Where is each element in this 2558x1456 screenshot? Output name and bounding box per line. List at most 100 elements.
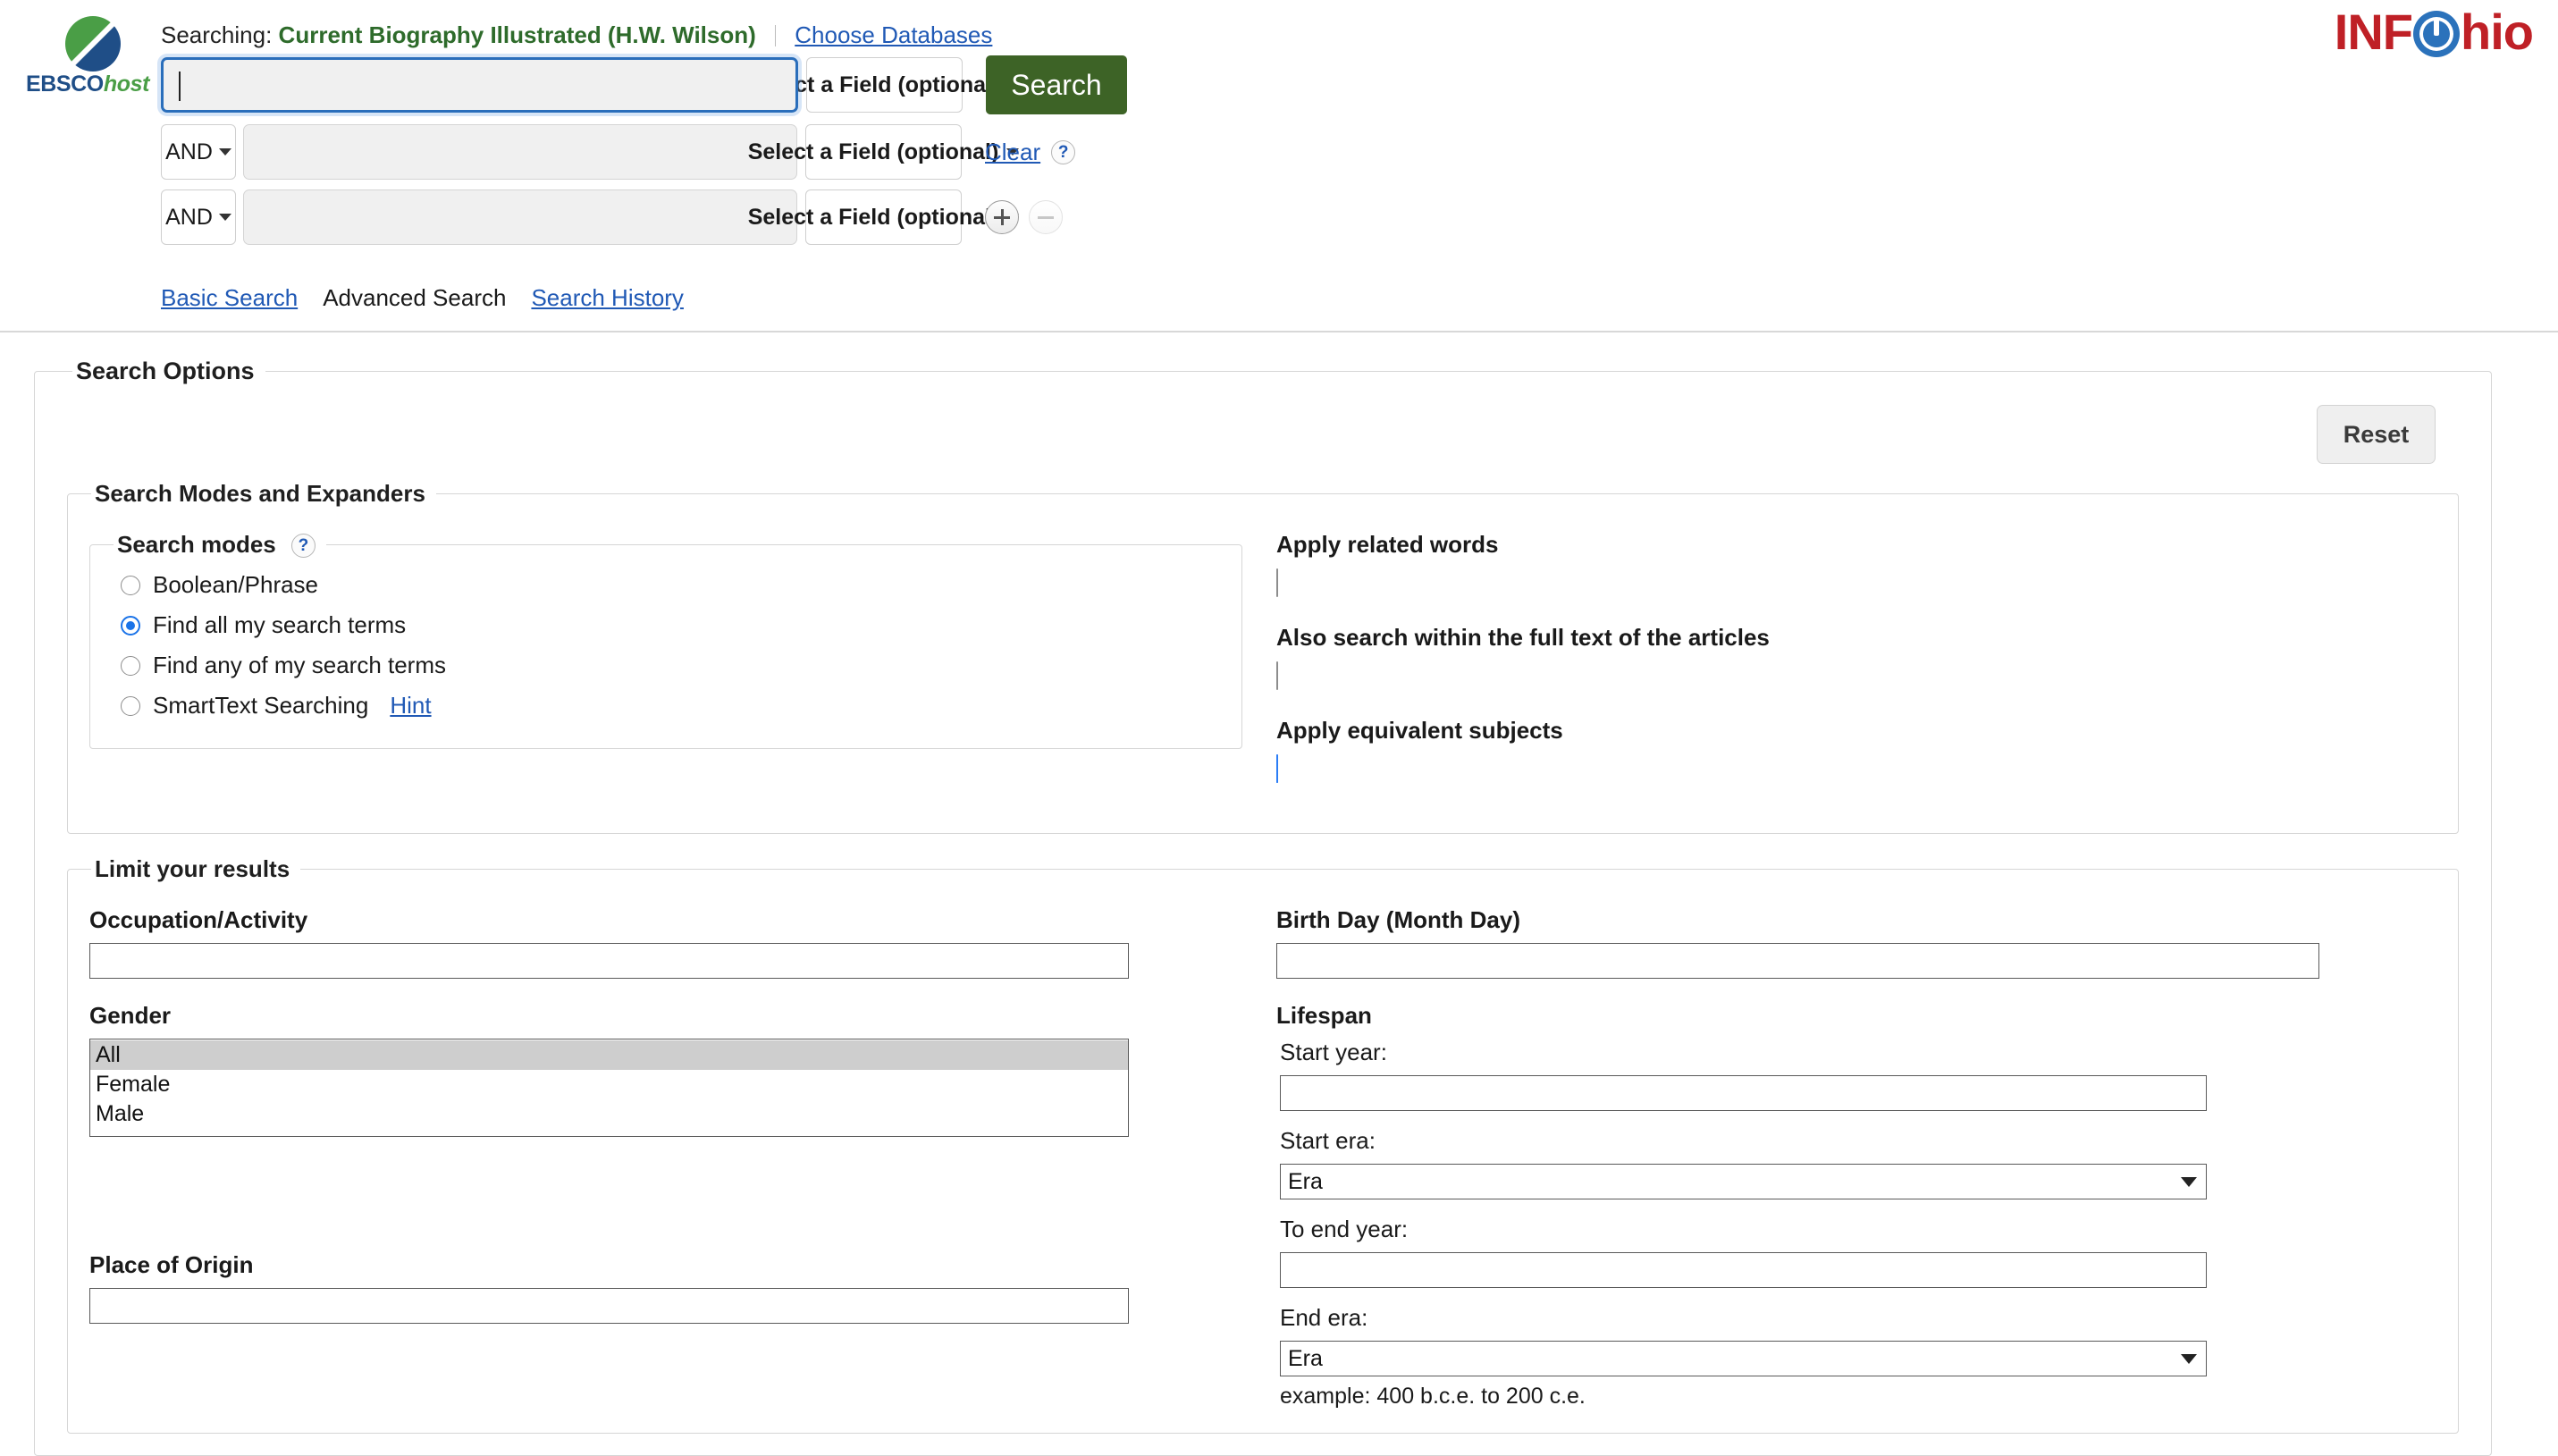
search-modes-fieldset: Search modes ? Boolean/Phrase Find all m… [89,531,1242,749]
occupation-input[interactable] [89,943,1129,979]
search-modes-expanders-fieldset: Search Modes and Expanders Search modes … [67,480,2459,834]
search-input-1[interactable] [161,57,798,113]
power-button-icon [2413,11,2461,57]
radio-find-any-terms[interactable] [121,655,140,676]
search-mode-links: Basic Search Advanced Search Search Hist… [161,284,684,312]
start-era-label: Start era: [1280,1127,1376,1154]
infohio-logo-suffix: hio [2461,4,2534,60]
searching-label: Searching: [161,21,273,48]
radio-smarttext-searching[interactable] [121,695,140,716]
end-era-label: End era: [1280,1304,1368,1331]
search-mode-option[interactable]: Find all my search terms [121,611,1241,639]
lifespan-example-text: example: 400 b.c.e. to 200 c.e. [1280,1384,1586,1409]
advanced-search-link[interactable]: Advanced Search [323,284,506,312]
searching-line: Searching: Current Biography Illustrated… [161,21,992,49]
occupation-label: Occupation/Activity [89,906,308,933]
chevron-down-icon [2181,1176,2197,1187]
plus-icon[interactable] [985,200,1019,234]
place-of-origin-input[interactable] [89,1288,1129,1324]
place-of-origin-label: Place of Origin [89,1251,254,1278]
search-input-3[interactable] [243,189,797,245]
end-era-value: Era [1288,1345,1323,1371]
chevron-down-icon [218,148,231,156]
search-mode-option[interactable]: Find any of my search terms [121,652,1241,679]
end-year-label: To end year: [1280,1216,1409,1242]
separator [775,25,777,46]
chevron-down-icon [2181,1353,2197,1364]
search-mode-option[interactable]: SmartText Searching Hint [121,692,1241,720]
smarttext-hint-link[interactable]: Hint [390,692,431,720]
search-input-1-wrap [161,57,798,113]
search-options-panel: Search Options Reset Search Modes and Ex… [34,358,2492,1456]
field-select-2[interactable]: Select a Field (optional) [748,124,1020,180]
gender-option-male[interactable]: Male [90,1099,1128,1129]
search-modes-expanders-legend: Search Modes and Expanders [95,480,425,507]
boolean-operator-2-label: AND [165,139,213,164]
field-select-1[interactable]: Select a Field (optional) [749,57,1021,113]
gender-option-female[interactable]: Female [90,1070,1128,1099]
expander-label: Apply equivalent subjects [1276,717,1563,744]
field-select-3[interactable]: Select a Field (optional) [748,189,1020,245]
infohio-logo-prefix: INF [2334,4,2413,60]
search-mode-option[interactable]: Boolean/Phrase [121,571,1241,599]
gender-option-all[interactable]: All [90,1040,1128,1070]
end-year-input[interactable] [1280,1252,2207,1288]
modes-two-column: Search modes ? Boolean/Phrase Find all m… [68,508,2458,833]
boolean-operator-select-3[interactable]: AND [161,189,236,245]
choose-databases-link[interactable]: Choose Databases [795,21,992,48]
radio-boolean-phrase[interactable] [121,575,140,595]
limit-results-block: Limit your results Occupation/Activity G… [67,855,2459,1434]
lifespan-fields: Start year: Start era: Era To end year: [1280,1039,2413,1410]
ebsco-logo-text-primary: EBSCO [25,72,104,97]
search-mode-label: Find any of my search terms [153,652,446,678]
limit-right-column: Birth Day (Month Day) Lifespan Start yea… [1242,906,2413,1410]
question-mark-icon[interactable]: ? [290,534,316,558]
basic-search-link[interactable]: Basic Search [161,284,298,312]
current-database-name: Current Biography Illustrated (H.W. Wils… [278,21,756,48]
search-input-2[interactable] [243,124,797,180]
search-header: EBSCOhost Searching: Current Biography I… [0,0,2558,332]
question-mark-icon[interactable]: ? [1051,139,1076,164]
birth-day-label: Birth Day (Month Day) [1276,906,1520,933]
limit-left-column: Occupation/Activity Gender All Female Ma… [89,906,1242,1410]
reset-button[interactable]: Reset [2317,405,2436,464]
boolean-operator-select-2[interactable]: AND [161,124,236,180]
start-year-input[interactable] [1280,1075,2207,1111]
end-era-select[interactable]: Era [1280,1341,2207,1376]
clear-area: Clear ? [985,139,1076,166]
clear-link[interactable]: Clear [985,139,1040,166]
radio-find-all-terms[interactable] [121,615,140,635]
search-mode-label: Find all my search terms [153,611,407,638]
search-row-1: Select a Field (optional) Search [161,55,1127,114]
search-options-fieldset: Search Options Reset Search Modes and Ex… [34,358,2492,1456]
text-cursor [179,72,181,101]
lifespan-label: Lifespan [1276,1002,1372,1029]
row-controls [985,200,1063,234]
ebsco-logo-text: EBSCOhost [20,72,156,97]
checkbox-search-full-text[interactable] [1276,661,1278,690]
search-form-rows: Select a Field (optional) Search AND Sel… [161,55,1127,255]
field-select-3-label: Select a Field (optional) [747,204,999,230]
search-modes-column: Search modes ? Boolean/Phrase Find all m… [89,531,1242,810]
birth-day-input[interactable] [1276,943,2319,979]
expander-label: Apply related words [1276,531,1499,558]
checkbox-apply-equivalent-subjects[interactable] [1276,754,1278,783]
search-mode-label: Boolean/Phrase [153,571,319,598]
search-row-2: AND Select a Field (optional) Clear ? [161,124,1127,180]
search-row-3: AND Select a Field (optional) [161,189,1127,245]
infohio-logo: INF hio [2334,4,2534,60]
gender-label: Gender [89,1002,172,1029]
expander-full-text: Also search within the full text of the … [1276,624,2413,690]
reset-row: Reset [35,385,2491,473]
field-select-2-label: Select a Field (optional) [747,139,999,164]
checkbox-apply-related-words[interactable] [1276,568,1278,597]
gender-listbox[interactable]: All Female Male [89,1039,1129,1137]
start-era-select[interactable]: Era [1280,1164,2207,1199]
boolean-operator-3-label: AND [165,204,213,230]
limit-two-column: Occupation/Activity Gender All Female Ma… [68,883,2458,1433]
ebscohost-logo: EBSCOhost [20,16,156,102]
search-history-link[interactable]: Search History [531,284,684,312]
minus-icon[interactable] [1029,200,1063,234]
start-era-value: Era [1288,1168,1323,1194]
search-button[interactable]: Search [986,55,1127,114]
